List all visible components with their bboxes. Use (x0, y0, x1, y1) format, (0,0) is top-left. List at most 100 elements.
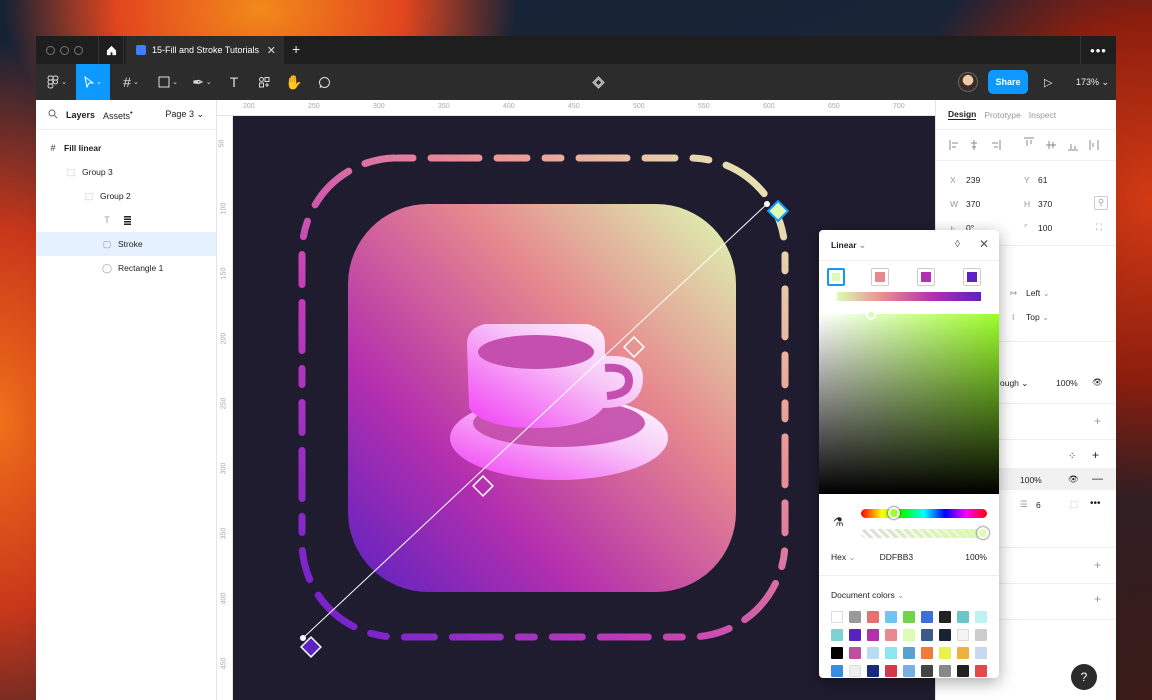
color-swatch[interactable] (849, 665, 861, 677)
color-swatch[interactable] (975, 629, 987, 641)
color-swatch[interactable] (831, 665, 843, 677)
color-swatch[interactable] (957, 665, 969, 677)
independent-corners-icon[interactable]: ⛶ (1096, 222, 1102, 233)
frame-tool-icon[interactable]: # ⌄ (118, 64, 144, 100)
move-tool-icon[interactable]: ⌄ (76, 64, 110, 100)
color-swatch[interactable] (975, 665, 987, 677)
color-swatch[interactable] (885, 647, 897, 659)
color-swatch[interactable] (921, 647, 933, 659)
color-swatch[interactable] (867, 665, 879, 677)
color-swatch[interactable] (885, 611, 897, 623)
layer-row[interactable]: ⬚ Group 3 (36, 160, 216, 184)
color-swatch[interactable] (867, 629, 879, 641)
hex-input[interactable]: DDFBB3 (880, 552, 914, 563)
advanced-stroke-icon[interactable]: ••• (1090, 498, 1101, 509)
page-selector[interactable]: Page 3 ⌄ (165, 109, 204, 120)
new-tab-button[interactable]: + (292, 41, 300, 57)
color-swatch[interactable] (939, 665, 951, 677)
tab-layers[interactable]: Layers (66, 110, 95, 120)
color-swatch[interactable] (903, 665, 915, 677)
color-swatch[interactable] (921, 611, 933, 623)
stroke-eye-icon[interactable]: 👁 (1068, 474, 1079, 485)
hand-tool-icon[interactable]: ✋ (284, 64, 304, 100)
color-swatch[interactable] (921, 629, 933, 641)
x-input[interactable]: 239 (966, 175, 980, 185)
color-swatch[interactable] (939, 611, 951, 623)
color-swatch[interactable] (885, 665, 897, 677)
color-swatch[interactable] (831, 629, 843, 641)
color-swatch[interactable] (975, 611, 987, 623)
y-input[interactable]: 61 (1038, 175, 1047, 185)
remove-stroke-icon[interactable]: — (1092, 473, 1103, 485)
tab-design[interactable]: Design (948, 109, 977, 120)
add-export-icon[interactable]: + (1094, 592, 1101, 606)
w-input[interactable]: 370 (966, 199, 980, 209)
eyedropper-icon[interactable]: ⚗ (833, 515, 844, 529)
color-swatch[interactable] (921, 665, 933, 677)
layer-row[interactable]: ◯ Rectangle 1 (36, 256, 216, 280)
comment-icon[interactable] (314, 64, 334, 100)
close-tab-icon[interactable]: ✕ (267, 44, 276, 57)
tab-assets[interactable]: Assets• (103, 108, 133, 121)
styles-icon[interactable]: ⁘ (1068, 451, 1076, 462)
main-menu-icon[interactable]: ⌄ (44, 64, 70, 100)
tab-prototype[interactable]: Prototype (984, 110, 1020, 120)
color-swatch[interactable] (867, 647, 879, 659)
layer-row[interactable]: ▢ Stroke (36, 232, 216, 256)
h-input[interactable]: 370 (1038, 199, 1052, 209)
shape-tool-icon[interactable]: ⌄ (154, 64, 182, 100)
tab-inspect[interactable]: Inspect (1029, 110, 1056, 120)
styles-drop-icon[interactable]: ◊ (955, 239, 960, 250)
color-swatch[interactable] (885, 629, 897, 641)
color-swatch[interactable] (849, 629, 861, 641)
opacity-knob[interactable] (977, 527, 989, 539)
color-swatch[interactable] (957, 647, 969, 659)
file-tab[interactable]: 15-Fill and Stroke Tutorials ✕ (126, 36, 284, 64)
window-controls[interactable] (46, 46, 83, 55)
color-swatch[interactable] (903, 629, 915, 641)
color-knob[interactable] (866, 310, 876, 320)
document-colors-select[interactable]: Document colors ⌄ (831, 590, 904, 601)
color-format-select[interactable]: Hex ⌄ (831, 552, 856, 563)
radius-input[interactable]: 100 (1038, 223, 1052, 233)
constrain-proportions-icon[interactable]: ⚲ (1094, 196, 1108, 210)
layer-opacity[interactable]: 100% (1056, 378, 1078, 388)
gradient-stops[interactable] (827, 268, 991, 288)
color-swatch[interactable] (831, 611, 843, 623)
stroke-weight-input[interactable]: 6 (1036, 500, 1041, 510)
color-swatch[interactable] (867, 611, 879, 623)
color-swatch[interactable] (903, 647, 915, 659)
color-swatch[interactable] (957, 611, 969, 623)
close-picker-icon[interactable]: ✕ (979, 237, 989, 251)
pen-tool-icon[interactable]: ✒ ⌄ (188, 64, 216, 100)
present-icon[interactable]: ▷ (1044, 64, 1052, 100)
gradient-stop[interactable] (963, 268, 981, 286)
hue-slider[interactable] (861, 509, 987, 518)
add-stroke-icon[interactable]: + (1092, 448, 1099, 462)
color-swatch[interactable] (903, 611, 915, 623)
color-swatch[interactable] (939, 629, 951, 641)
gradient-stop[interactable] (917, 268, 935, 286)
blend-mode-select[interactable]: ough ⌄ (1000, 378, 1028, 389)
share-button[interactable]: Share (988, 70, 1028, 94)
help-button[interactable]: ? (1071, 664, 1097, 690)
gradient-stop[interactable] (827, 268, 845, 286)
opacity-input[interactable]: 100% (965, 552, 987, 563)
color-swatch[interactable] (831, 647, 843, 659)
color-swatch[interactable] (849, 647, 861, 659)
zoom-dropdown[interactable]: 173% ⌄ (1076, 64, 1109, 100)
layer-row[interactable]: ⬚ Group 2 (36, 184, 216, 208)
horizontal-constraint-select[interactable]: Left ⌄ (1026, 288, 1050, 299)
align-icons[interactable] (936, 130, 1106, 161)
color-swatch[interactable] (849, 611, 861, 623)
color-swatch[interactable] (975, 647, 987, 659)
home-icon[interactable] (98, 36, 124, 64)
layer-row[interactable]: # Fill linear (36, 136, 216, 160)
stroke-opacity[interactable]: 100% (1020, 475, 1042, 485)
add-effect-icon[interactable]: + (1094, 558, 1101, 572)
search-icon[interactable] (48, 109, 58, 121)
gradient-bar[interactable] (837, 292, 981, 301)
resources-icon[interactable] (254, 64, 274, 100)
vertical-constraint-select[interactable]: Top ⌄ (1026, 312, 1049, 323)
color-swatch[interactable] (957, 629, 969, 641)
